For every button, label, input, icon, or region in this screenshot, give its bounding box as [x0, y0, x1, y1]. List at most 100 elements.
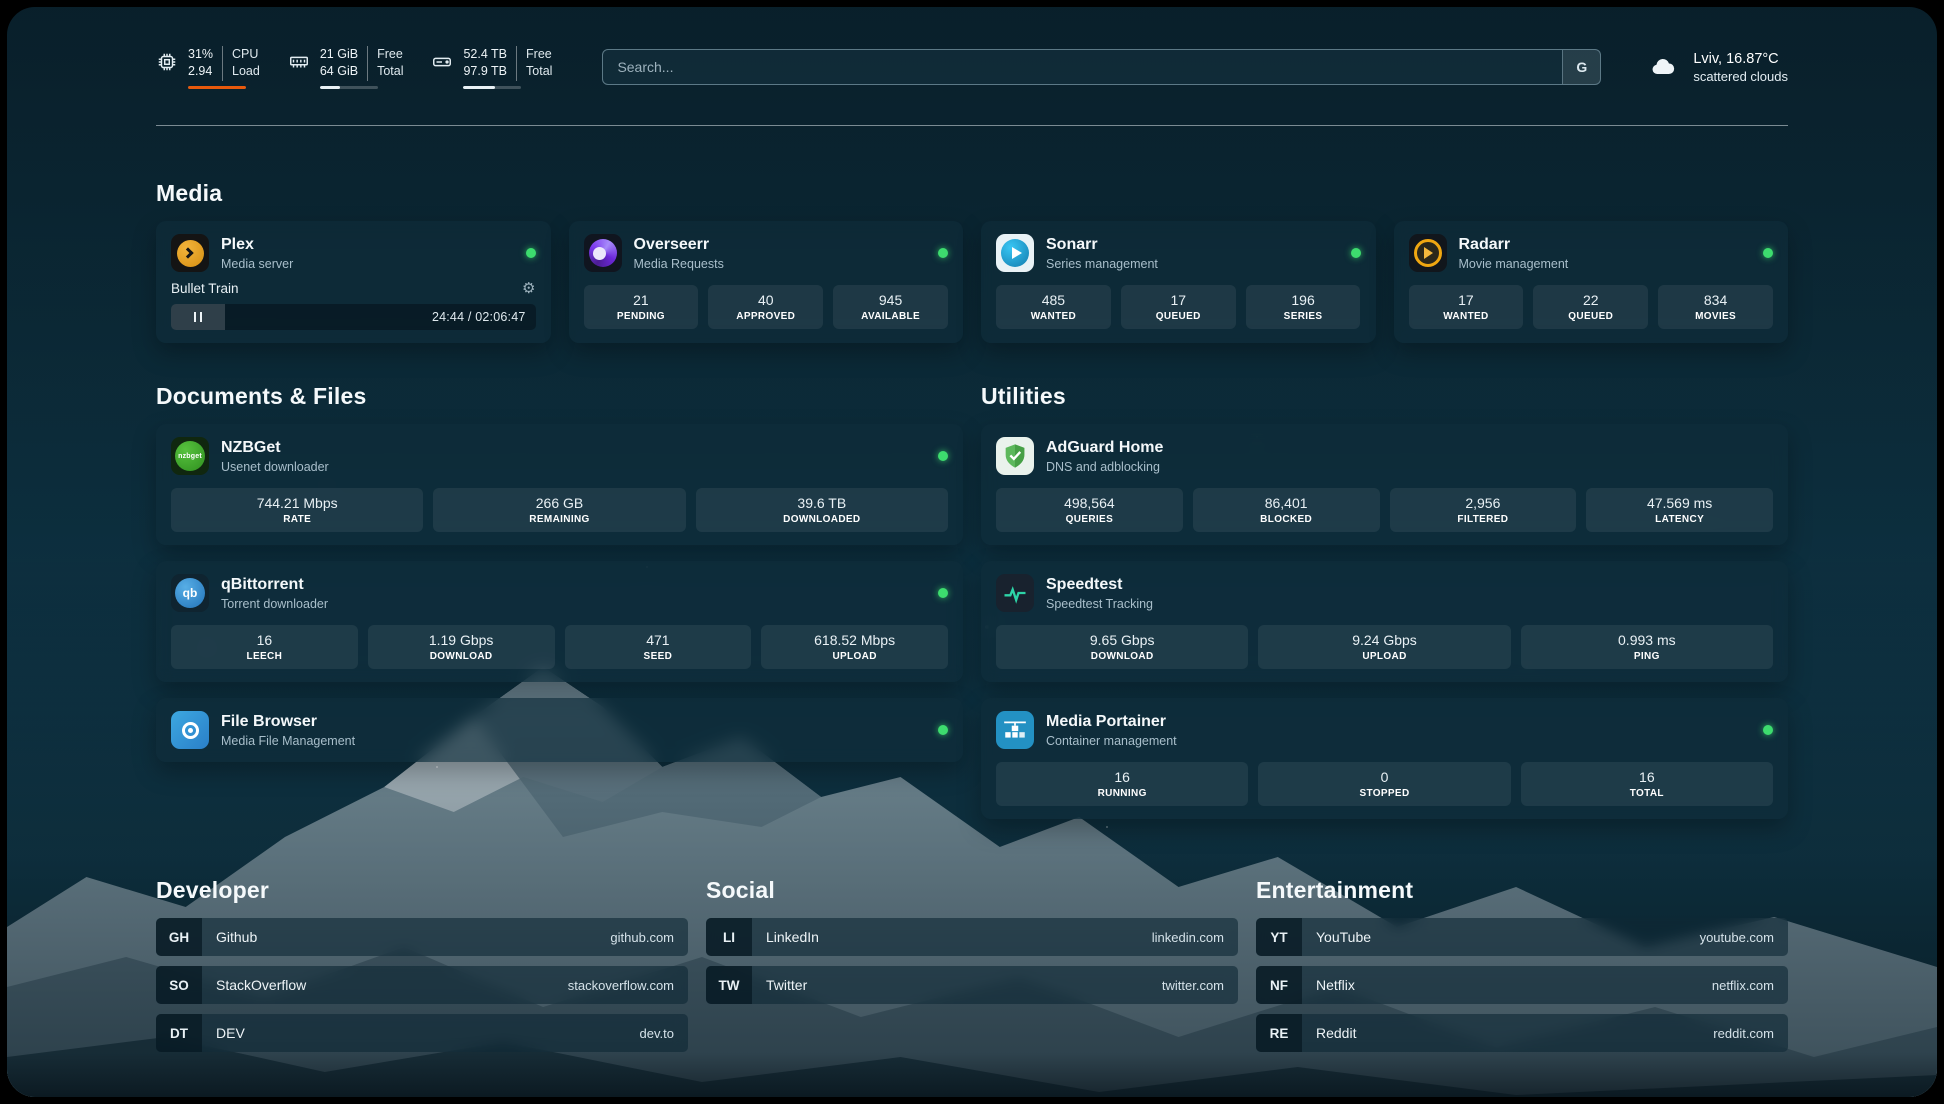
memory-total-label: Total	[367, 63, 403, 81]
header-divider	[156, 125, 1788, 126]
stat-box: 2,956 FILTERED	[1390, 488, 1577, 532]
stat-label: DOWNLOAD	[1000, 651, 1244, 662]
stat-label: QUEUED	[1537, 311, 1644, 322]
bookmark-youtube[interactable]: YT YouTube youtube.com	[1256, 918, 1788, 956]
stat-box: 498,564 QUERIES	[996, 488, 1183, 532]
disk-icon	[431, 51, 453, 73]
stat-box: 17 QUEUED	[1121, 285, 1236, 329]
settings-gear-icon[interactable]: ⚙	[522, 281, 535, 296]
sonarr-icon	[996, 234, 1034, 272]
section-title-entertainment: Entertainment	[1256, 877, 1788, 904]
bookmark-dev[interactable]: DT DEV dev.to	[156, 1014, 688, 1052]
stat-label: SEED	[569, 651, 748, 662]
app-description: DNS and adblocking	[1046, 460, 1163, 474]
section-title-media: Media	[156, 180, 1788, 207]
stat-box: 1.19 Gbps DOWNLOAD	[368, 625, 555, 669]
bookmark-reddit[interactable]: RE Reddit reddit.com	[1256, 1014, 1788, 1052]
memory-total-value: 64 GiB	[320, 63, 367, 81]
cpu-chip-icon	[156, 51, 178, 73]
stat-box: 16 LEECH	[171, 625, 358, 669]
app-card-overseerr[interactable]: Overseerr Media Requests 21 PENDING 40 A…	[569, 221, 964, 343]
radarr-icon	[1409, 234, 1447, 272]
app-description: Speedtest Tracking	[1046, 597, 1153, 611]
app-card-nzbget[interactable]: nzbget NZBGet Usenet downloader 744.21 M…	[156, 424, 963, 545]
cpu-usage-bar	[188, 86, 246, 89]
dashboard-screen: 31% CPU 2.94 Load 21	[7, 7, 1937, 1097]
app-name: Media Portainer	[1046, 712, 1177, 731]
disk-usage-bar	[463, 86, 521, 89]
stat-label: SERIES	[1250, 311, 1357, 322]
stat-label: DOWNLOADED	[700, 514, 944, 525]
app-card-portainer[interactable]: Media Portainer Container management 16 …	[981, 698, 1788, 819]
stat-label: FILTERED	[1394, 514, 1573, 525]
stat-label: WANTED	[1413, 311, 1520, 322]
weather-location: Lviv, 16.87°C	[1693, 50, 1788, 70]
disk-total-label: Total	[516, 63, 552, 81]
bookmark-netflix[interactable]: NF Netflix netflix.com	[1256, 966, 1788, 1004]
stat-value: 0.993 ms	[1525, 632, 1769, 648]
status-online-dot	[1763, 248, 1773, 258]
bookmark-name: StackOverflow	[202, 966, 306, 1004]
memory-free-label: Free	[367, 46, 403, 64]
memory-free-value: 21 GiB	[320, 46, 367, 64]
stat-value: 39.6 TB	[700, 495, 944, 511]
stat-box: 21 PENDING	[584, 285, 699, 329]
app-card-adguard[interactable]: AdGuard Home DNS and adblocking 498,564 …	[981, 424, 1788, 545]
disk-free-label: Free	[516, 46, 552, 64]
stackoverflow-icon: SO	[156, 966, 202, 1004]
app-card-speedtest[interactable]: Speedtest Speedtest Tracking 9.65 Gbps D…	[981, 561, 1788, 682]
stat-label: APPROVED	[712, 311, 819, 322]
stat-value: 16	[1525, 769, 1769, 785]
stat-value: 1.19 Gbps	[372, 632, 551, 648]
nzbget-logo-text: nzbget	[175, 441, 205, 471]
entertainment-bookmarks: Entertainment YT YouTube youtube.com NF …	[1256, 877, 1788, 1062]
stat-value: 834	[1662, 292, 1769, 308]
pause-icon	[194, 312, 202, 322]
app-description: Media Requests	[634, 257, 724, 271]
nzbget-icon: nzbget	[171, 437, 209, 475]
app-card-sonarr[interactable]: Sonarr Series management 485 WANTED 17 Q…	[981, 221, 1376, 343]
bookmark-url: dev.to	[640, 1014, 688, 1052]
app-card-plex[interactable]: Plex Media server Bullet Train ⚙ 24:44 /…	[156, 221, 551, 343]
weather-widget: Lviv, 16.87°C scattered clouds	[1645, 50, 1788, 85]
memory-icon	[288, 51, 310, 73]
app-name: Sonarr	[1046, 235, 1158, 254]
app-description: Movie management	[1459, 257, 1569, 271]
now-playing-title: Bullet Train	[171, 281, 239, 296]
stat-box: 9.65 Gbps DOWNLOAD	[996, 625, 1248, 669]
media-section: Media Plex Media server	[156, 180, 1788, 343]
stat-value: 2,956	[1394, 495, 1573, 511]
search-engine-button[interactable]: G	[1562, 50, 1600, 84]
stat-value: 471	[569, 632, 748, 648]
bookmark-url: netflix.com	[1712, 966, 1788, 1004]
bookmark-linkedin[interactable]: LI LinkedIn linkedin.com	[706, 918, 1238, 956]
status-online-dot	[938, 248, 948, 258]
bookmark-github[interactable]: GH Github github.com	[156, 918, 688, 956]
stat-value: 22	[1537, 292, 1644, 308]
app-name: qBittorrent	[221, 575, 328, 594]
app-description: Media server	[221, 257, 293, 271]
search-input[interactable]	[602, 49, 1601, 85]
status-online-dot	[1763, 725, 1773, 735]
bookmark-stackoverflow[interactable]: SO StackOverflow stackoverflow.com	[156, 966, 688, 1004]
stat-label: STOPPED	[1262, 788, 1506, 799]
stat-box: 22 QUEUED	[1533, 285, 1648, 329]
app-card-qbittorrent[interactable]: qb qBittorrent Torrent downloader 16 LEE…	[156, 561, 963, 682]
status-online-dot	[938, 725, 948, 735]
app-card-radarr[interactable]: Radarr Movie management 17 WANTED 22 QUE…	[1394, 221, 1789, 343]
section-title-utilities: Utilities	[981, 383, 1788, 410]
stat-value: 40	[712, 292, 819, 308]
stat-value: 744.21 Mbps	[175, 495, 419, 511]
app-name: Plex	[221, 235, 293, 254]
qbittorrent-icon: qb	[171, 574, 209, 612]
playback-progress-bar[interactable]: 24:44 / 02:06:47	[171, 304, 536, 330]
app-card-filebrowser[interactable]: File Browser Media File Management	[156, 698, 963, 762]
bookmark-name: LinkedIn	[752, 918, 819, 956]
stat-box: 16 RUNNING	[996, 762, 1248, 806]
bookmark-name: Github	[202, 918, 257, 956]
pause-button[interactable]	[171, 304, 225, 330]
bookmark-twitter[interactable]: TW Twitter twitter.com	[706, 966, 1238, 1004]
bookmark-url: linkedin.com	[1152, 918, 1238, 956]
social-bookmarks: Social LI LinkedIn linkedin.com TW Twitt…	[706, 877, 1238, 1062]
stat-value: 17	[1413, 292, 1520, 308]
